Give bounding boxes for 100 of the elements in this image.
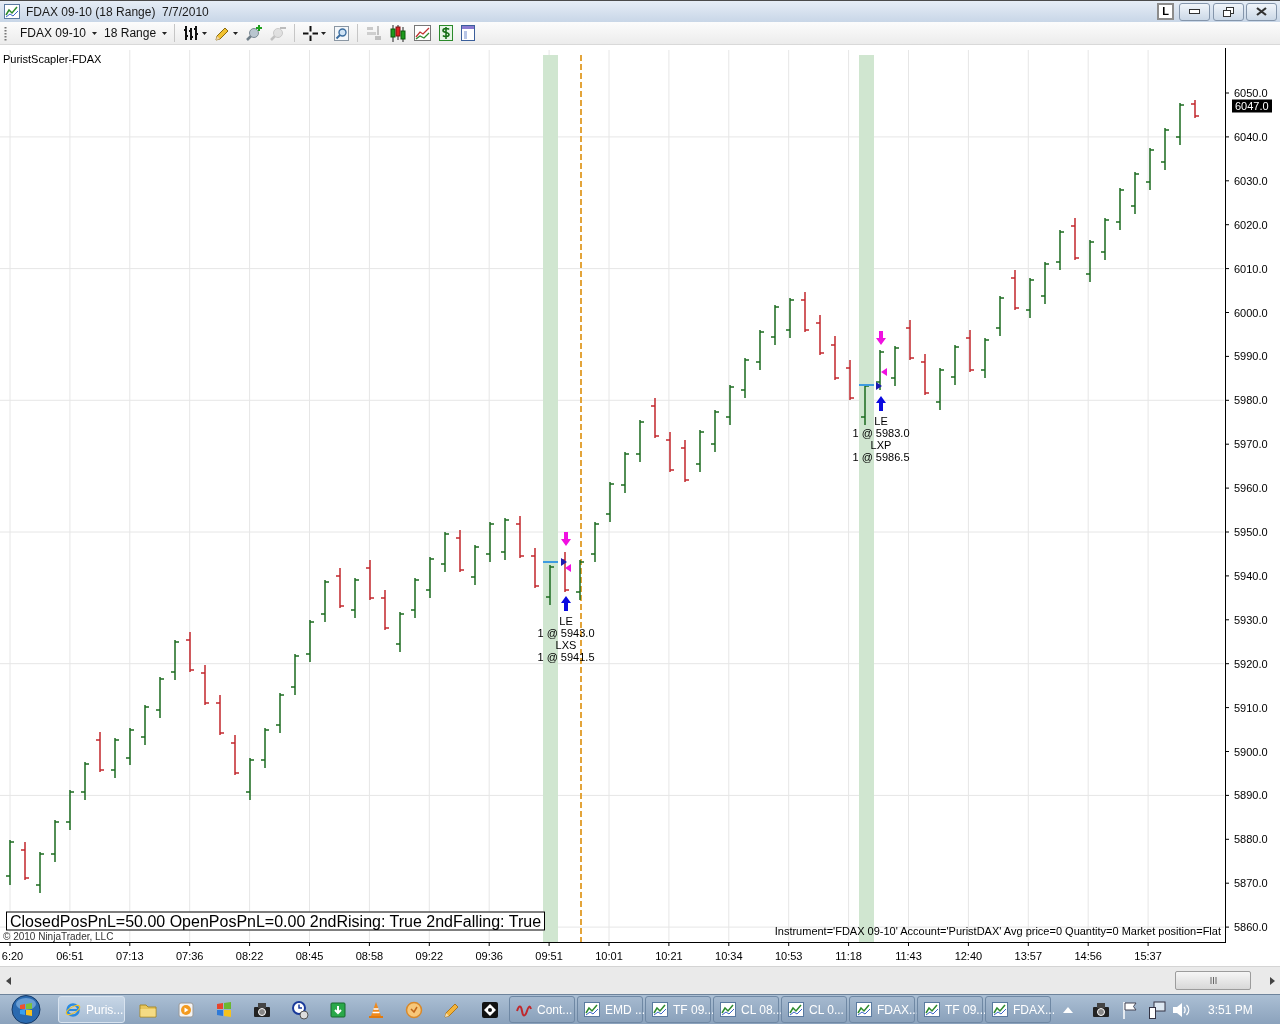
time-axis-label: 14:56 xyxy=(1074,950,1102,962)
time-axis-label: 12:40 xyxy=(954,950,983,962)
price-axis-label: 5890.0 xyxy=(1234,789,1268,802)
network-icon[interactable] xyxy=(1148,1000,1166,1019)
entry-signal-label: LE xyxy=(559,615,573,627)
time-axis-label: 08:22 xyxy=(235,950,264,962)
price-axis-label: 5930.0 xyxy=(1234,613,1268,626)
line-chart-icon xyxy=(414,25,432,41)
price-axis-label: 5940.0 xyxy=(1234,569,1268,582)
down-arrow-icon xyxy=(561,532,571,546)
scroll-thumb[interactable] xyxy=(1175,971,1251,990)
time-axis-label: 10:34 xyxy=(715,950,743,962)
exit-triangle-icon xyxy=(565,564,571,572)
exit-fill-label: 1 @ 5941.5 xyxy=(537,651,595,663)
instrument-dropdown[interactable]: FDAX 09-10 xyxy=(17,23,101,43)
crosshair-icon xyxy=(303,25,319,41)
taskbar-button[interactable]: CL 08... xyxy=(713,996,779,1023)
scroll-right-icon[interactable] xyxy=(1270,976,1275,985)
taskbar-button[interactable]: Puris... xyxy=(58,996,125,1023)
exit-fill-label: 1 @ 5986.5 xyxy=(852,451,910,463)
chart-icon xyxy=(856,1002,872,1017)
dollar-icon xyxy=(439,25,454,41)
taskbar-button[interactable]: EMD ... xyxy=(577,996,643,1023)
restore-button[interactable] xyxy=(1213,2,1244,21)
caret-icon xyxy=(321,31,327,35)
taskbar-button[interactable]: FDAX... xyxy=(849,996,915,1023)
check-circle-icon[interactable] xyxy=(404,999,424,1020)
price-axis-label: 5960.0 xyxy=(1234,482,1268,495)
restore-icon xyxy=(1223,6,1234,17)
chart-icon xyxy=(924,1002,940,1017)
chart-icon xyxy=(4,4,20,19)
up-arrow-icon xyxy=(876,396,886,411)
caret-icon xyxy=(233,31,239,35)
time-axis-label: 08:58 xyxy=(355,950,384,962)
chart-icon xyxy=(720,1002,736,1017)
link-button[interactable]: L xyxy=(1157,3,1174,20)
time-axis-label: 06:51 xyxy=(56,950,84,962)
window-icon xyxy=(461,25,476,41)
price-axis-label: 5980.0 xyxy=(1234,394,1268,407)
time-axis-label: 15:37 xyxy=(1134,950,1162,962)
bar-layout-icon xyxy=(366,25,383,41)
chart-icon xyxy=(652,1002,668,1017)
down-arrow-icon xyxy=(876,331,886,345)
time-axis-label: 10:53 xyxy=(774,950,803,962)
minimize-button[interactable] xyxy=(1179,2,1210,21)
clock-icon[interactable] xyxy=(290,999,310,1020)
price-axis-label: 5910.0 xyxy=(1234,701,1268,714)
time-axis-label: 08:45 xyxy=(295,950,324,962)
colored-squares-icon[interactable] xyxy=(214,999,234,1020)
exit-triangle-icon xyxy=(881,368,887,376)
price-axis-label: 5990.0 xyxy=(1234,350,1268,363)
chart-icon xyxy=(584,1002,600,1017)
magnifier-plus-icon xyxy=(246,25,263,41)
time-axis-label: 11:43 xyxy=(895,950,922,962)
grip-icon[interactable] xyxy=(4,25,7,41)
exit-signal-label: LXS xyxy=(555,639,577,651)
close-icon xyxy=(1256,7,1267,16)
price-axis-label: 6050.0 xyxy=(1234,87,1268,99)
price-axis-label: 5900.0 xyxy=(1234,745,1268,758)
time-axis-label: 09:51 xyxy=(535,950,563,962)
flag-icon[interactable] xyxy=(1122,1000,1138,1019)
period-dropdown[interactable]: 18 Range xyxy=(101,23,171,43)
taskbar-button[interactable]: TF 09... xyxy=(917,996,983,1023)
price-axis-label: 6010.0 xyxy=(1234,262,1268,275)
horizontal-scrollbar[interactable] xyxy=(0,966,1280,994)
clock-text[interactable]: 3:51 PM xyxy=(1208,1000,1253,1019)
price-axis-label: 5920.0 xyxy=(1234,657,1268,670)
position-summary: Instrument='FDAX 09-10' Account='PuristDAX' Avg price=0 Quantity=0 Market position=Flat xyxy=(774,925,1221,937)
chart-icon xyxy=(992,1002,1008,1017)
grip-icon xyxy=(1209,977,1217,984)
time-axis-label: 11:18 xyxy=(835,950,862,962)
close-button[interactable] xyxy=(1246,2,1277,21)
entry-price-line xyxy=(858,384,875,386)
time-axis-label: 07:13 xyxy=(116,950,144,962)
entry-price-line xyxy=(542,561,559,563)
scroll-left-icon[interactable] xyxy=(6,976,11,985)
price-axis-label: 5880.0 xyxy=(1234,833,1268,846)
price-axis-label: 6030.0 xyxy=(1234,174,1268,187)
globe-icon xyxy=(65,1001,81,1018)
taskbar-button[interactable]: TF 09... xyxy=(645,996,711,1023)
indicator-label: PuristScapler-FDAX xyxy=(3,52,102,66)
current-price-tag: 6047.0 xyxy=(1232,99,1272,112)
window-title: FDAX 09-10 (18 Range) 7/7/2010 xyxy=(26,4,209,19)
entry-triangle-icon xyxy=(876,382,882,390)
price-axis-label: 5970.0 xyxy=(1234,438,1268,451)
caret-icon xyxy=(92,31,98,35)
time-axis-label: 07:36 xyxy=(175,950,204,962)
exit-signal-label: LXP xyxy=(870,439,892,451)
copyright-text: © 2010 NinjaTrader, LLC xyxy=(3,930,114,942)
taskbar-button[interactable]: CL 0... xyxy=(781,996,847,1023)
price-bars-icon xyxy=(183,25,200,41)
pnl-summary: ClosedPosPnL=50.00 OpenPosPnL=0.00 2ndRising: True 2ndFalling: True xyxy=(6,911,546,930)
candlestick-icon xyxy=(390,24,407,42)
entry-signal-label: LE xyxy=(874,415,888,427)
taskbar-button[interactable]: Cont... xyxy=(509,996,575,1023)
entry-fill-label: 1 @ 5943.0 xyxy=(537,627,595,639)
download-icon[interactable] xyxy=(328,999,348,1020)
chart-icon xyxy=(788,1002,804,1017)
time-axis-label: 09:22 xyxy=(415,950,444,962)
price-axis-label: 6020.0 xyxy=(1234,218,1268,231)
